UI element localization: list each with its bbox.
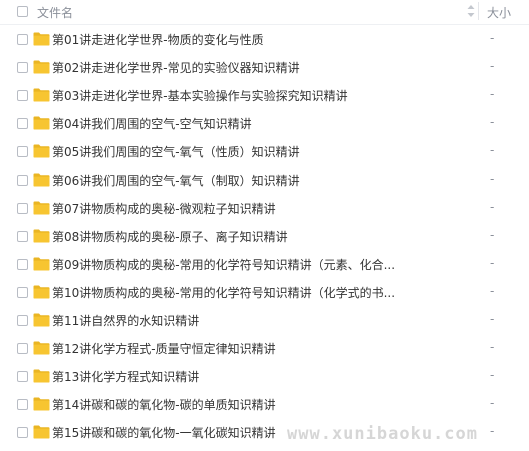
- folder-icon: [33, 144, 50, 158]
- file-name[interactable]: 第09讲物质构成的奥秘-常用的化学符号知识精讲（元素、化合...: [52, 256, 395, 273]
- folder-icon: [33, 60, 50, 74]
- file-size: -: [490, 283, 495, 298]
- row-checkbox[interactable]: [17, 343, 28, 355]
- file-size: -: [490, 227, 495, 242]
- file-size: -: [490, 31, 495, 45]
- row-checkbox[interactable]: [17, 230, 28, 242]
- file-name[interactable]: 第07讲物质构成的奥秘-微观粒子知识精讲: [52, 200, 276, 217]
- row-checkbox[interactable]: [17, 174, 28, 186]
- folder-icon: [33, 425, 50, 439]
- watermark-text: www.xunibaoku.com: [287, 424, 478, 444]
- file-row[interactable]: 第04讲我们周围的空气-空气知识精讲 -: [0, 110, 529, 138]
- file-row[interactable]: 第10讲物质构成的奥秘-常用的化学符号知识精讲（化学式的书... -: [0, 279, 529, 307]
- file-row[interactable]: 第14讲碳和碳的氧化物-碳的单质知识精讲 -: [0, 391, 529, 419]
- file-name[interactable]: 第14讲碳和碳的氧化物-碳的单质知识精讲: [52, 396, 276, 413]
- folder-icon: [33, 201, 50, 215]
- file-size: -: [490, 255, 495, 270]
- file-row[interactable]: 第01讲走进化学世界-物质的变化与性质 -: [0, 26, 529, 54]
- file-name[interactable]: 第01讲走进化学世界-物质的变化与性质: [52, 31, 264, 48]
- file-size: -: [490, 171, 495, 186]
- row-checkbox[interactable]: [17, 286, 28, 298]
- folder-icon: [33, 257, 50, 271]
- row-checkbox[interactable]: [17, 399, 28, 411]
- folder-icon: [33, 229, 50, 243]
- row-checkbox[interactable]: [17, 258, 28, 270]
- row-checkbox[interactable]: [17, 62, 28, 74]
- file-size: -: [490, 368, 495, 383]
- column-header-name[interactable]: 文件名: [37, 4, 73, 21]
- row-checkbox[interactable]: [17, 146, 28, 158]
- sort-arrows-icon[interactable]: [466, 4, 476, 18]
- file-name[interactable]: 第13讲化学方程式知识精讲: [52, 368, 199, 385]
- file-name[interactable]: 第05讲我们周围的空气-氧气（性质）知识精讲: [52, 143, 300, 160]
- folder-icon: [33, 88, 50, 102]
- file-size: -: [490, 396, 495, 411]
- row-checkbox[interactable]: [17, 202, 28, 214]
- file-row[interactable]: 第02讲走进化学世界-常见的实验仪器知识精讲 -: [0, 54, 529, 82]
- file-row[interactable]: 第05讲我们周围的空气-氧气（性质）知识精讲 -: [0, 138, 529, 166]
- file-name[interactable]: 第08讲物质构成的奥秘-原子、离子知识精讲: [52, 228, 288, 245]
- row-checkbox[interactable]: [17, 427, 28, 439]
- folder-icon: [33, 313, 50, 327]
- folder-icon: [33, 285, 50, 299]
- folder-icon: [33, 369, 50, 383]
- folder-icon: [33, 397, 50, 411]
- file-size: -: [490, 115, 495, 130]
- file-name[interactable]: 第02讲走进化学世界-常见的实验仪器知识精讲: [52, 59, 300, 76]
- file-row[interactable]: 第09讲物质构成的奥秘-常用的化学符号知识精讲（元素、化合... -: [0, 251, 529, 279]
- file-name[interactable]: 第10讲物质构成的奥秘-常用的化学符号知识精讲（化学式的书...: [52, 284, 395, 301]
- file-name[interactable]: 第15讲碳和碳的氧化物-一氧化碳知识精讲: [52, 424, 276, 441]
- column-header-size[interactable]: 大小: [487, 4, 511, 21]
- file-list-header: 文件名 大小: [0, 0, 529, 25]
- file-row[interactable]: 第08讲物质构成的奥秘-原子、离子知识精讲 -: [0, 223, 529, 251]
- file-name[interactable]: 第11讲自然界的水知识精讲: [52, 312, 199, 329]
- file-size: -: [490, 340, 495, 355]
- row-checkbox[interactable]: [17, 315, 28, 326]
- file-name[interactable]: 第06讲我们周围的空气-氧气（制取）知识精讲: [52, 172, 300, 189]
- file-size: -: [490, 312, 495, 326]
- file-row[interactable]: 第13讲化学方程式知识精讲 -: [0, 363, 529, 391]
- file-row[interactable]: 第11讲自然界的水知识精讲 -: [0, 307, 529, 335]
- file-row[interactable]: 第07讲物质构成的奥秘-微观粒子知识精讲 -: [0, 195, 529, 223]
- row-checkbox[interactable]: [17, 371, 28, 383]
- file-name[interactable]: 第03讲走进化学世界-基本实验操作与实验探究知识精讲: [52, 87, 348, 104]
- row-checkbox[interactable]: [17, 118, 28, 130]
- file-size: -: [490, 143, 495, 158]
- folder-icon: [33, 32, 50, 46]
- row-checkbox[interactable]: [17, 90, 28, 102]
- folder-icon: [33, 341, 50, 355]
- file-row[interactable]: 第12讲化学方程式-质量守恒定律知识精讲 -: [0, 335, 529, 363]
- row-checkbox[interactable]: [17, 34, 28, 45]
- file-size: -: [490, 424, 495, 439]
- file-name[interactable]: 第12讲化学方程式-质量守恒定律知识精讲: [52, 340, 276, 357]
- file-size: -: [490, 59, 495, 74]
- file-row[interactable]: 第06讲我们周围的空气-氧气（制取）知识精讲 -: [0, 167, 529, 195]
- folder-icon: [33, 173, 50, 186]
- file-size: -: [490, 87, 495, 102]
- file-name[interactable]: 第04讲我们周围的空气-空气知识精讲: [52, 115, 252, 132]
- file-row[interactable]: 第03讲走进化学世界-基本实验操作与实验探究知识精讲 -: [0, 82, 529, 110]
- file-size: -: [490, 199, 495, 214]
- column-divider[interactable]: [478, 2, 479, 20]
- select-all-checkbox[interactable]: [17, 6, 28, 17]
- folder-icon: [33, 116, 50, 130]
